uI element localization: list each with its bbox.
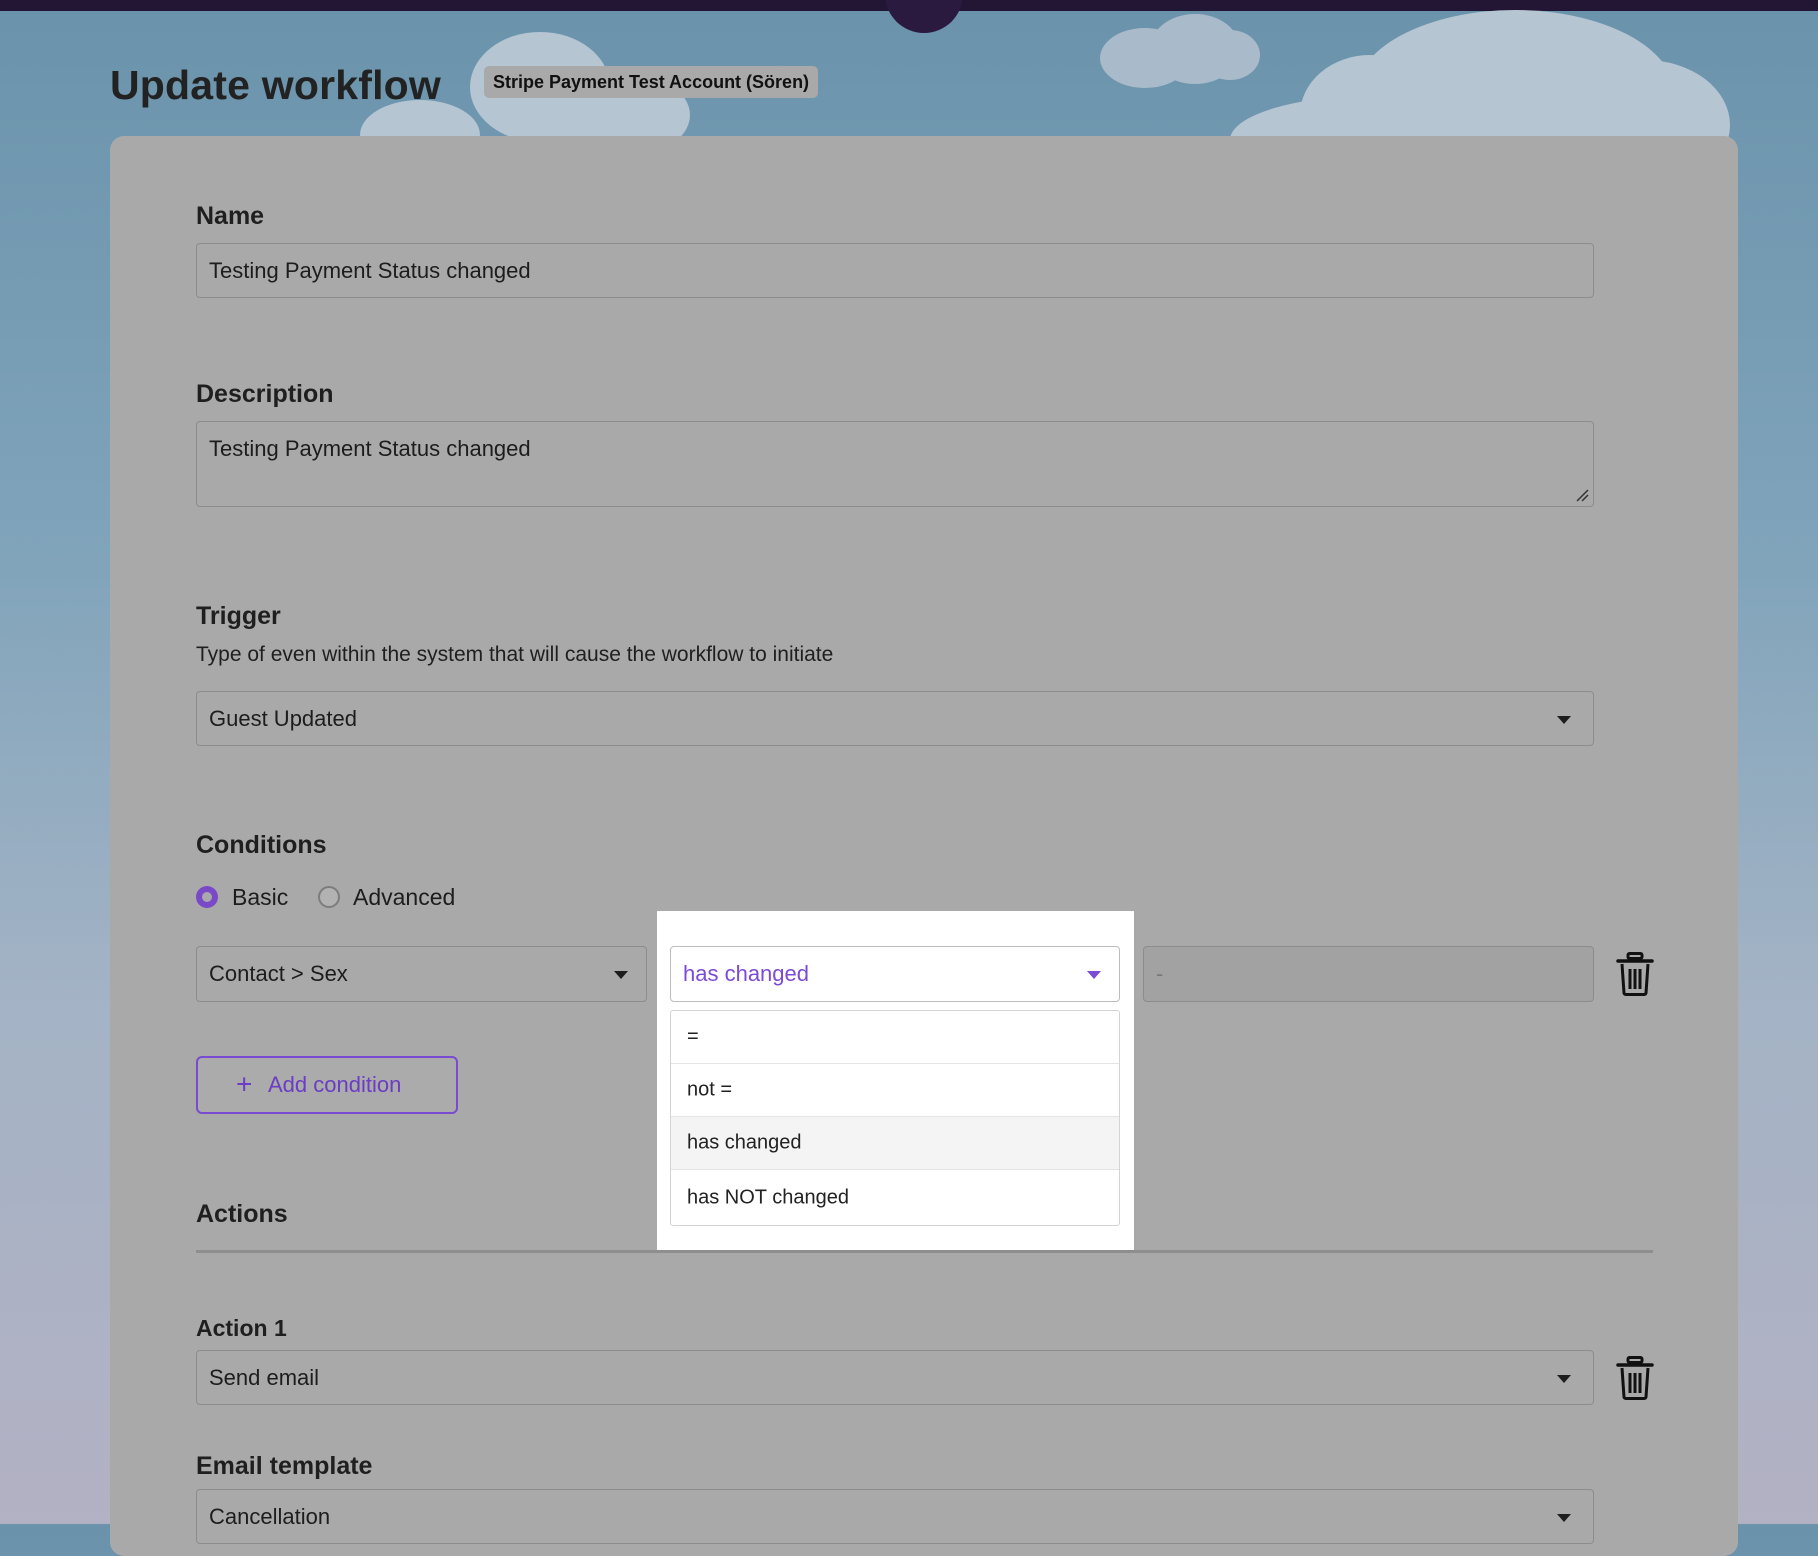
background-cloud [1200, 30, 1260, 80]
trigger-help-text: Type of even within the system that will… [196, 643, 834, 666]
caret-down-icon [1557, 716, 1571, 724]
operator-option-label: = [687, 1025, 699, 1048]
caret-down-icon [1087, 971, 1101, 979]
operator-option-label: not = [687, 1078, 733, 1101]
operator-select[interactable]: has changed [670, 946, 1120, 1002]
condition-value-placeholder: - [1156, 961, 1164, 986]
account-badge: Stripe Payment Test Account (Sören) [484, 66, 819, 98]
operator-option[interactable]: has changed [671, 1117, 1119, 1170]
actions-label: Actions [196, 1200, 288, 1228]
trigger-select[interactable]: Guest Updated [196, 691, 1594, 746]
name-input-value: Testing Payment Status changed [209, 257, 531, 283]
add-condition-label: Add condition [268, 1072, 402, 1097]
top-bar-avatar-tab[interactable] [885, 0, 963, 33]
description-textarea[interactable]: Testing Payment Status changed [196, 421, 1594, 507]
operator-options-list: = not = has changed has NOT changed [670, 1010, 1120, 1226]
actions-divider [196, 1250, 1653, 1253]
page-title: Update workflow [110, 62, 442, 108]
operator-option[interactable]: not = [671, 1064, 1119, 1117]
operator-select-value: has changed [683, 961, 809, 986]
operator-option-label: has NOT changed [687, 1186, 849, 1208]
condition-field-value: Contact > Sex [209, 961, 348, 986]
email-template-label: Email template [196, 1452, 373, 1480]
trash-icon[interactable] [1616, 952, 1654, 996]
name-input[interactable]: Testing Payment Status changed [196, 243, 1594, 298]
email-template-select-value: Cancellation [209, 1503, 331, 1529]
condition-field-select[interactable]: Contact > Sex [196, 946, 647, 1002]
name-label: Name [196, 202, 265, 230]
trigger-label: Trigger [196, 602, 281, 630]
caret-down-icon [1557, 1375, 1571, 1383]
resize-grip-icon[interactable] [1575, 488, 1589, 502]
basic-radio[interactable] [196, 886, 218, 908]
operator-option[interactable]: = [671, 1011, 1119, 1064]
advanced-radio[interactable] [318, 886, 340, 908]
action-1-select-value: Send email [209, 1364, 320, 1390]
description-label: Description [196, 380, 334, 408]
trigger-select-value: Guest Updated [209, 705, 357, 731]
advanced-radio-label[interactable]: Advanced [353, 884, 455, 911]
workflow-form-card [110, 136, 1738, 1556]
description-textarea-value: Testing Payment Status changed [209, 436, 531, 461]
operator-option[interactable]: has NOT changed [671, 1171, 1119, 1224]
caret-down-icon [1557, 1514, 1571, 1522]
trash-icon[interactable] [1616, 1356, 1654, 1400]
plus-icon: + [236, 1068, 253, 1100]
operator-option-label: has changed [687, 1131, 802, 1154]
conditions-label: Conditions [196, 831, 327, 859]
caret-down-icon [614, 971, 628, 979]
action-1-select[interactable]: Send email [196, 1350, 1594, 1405]
add-condition-button[interactable]: + Add condition [196, 1056, 458, 1114]
email-template-select[interactable]: Cancellation [196, 1489, 1594, 1544]
condition-value-input[interactable]: - [1143, 946, 1594, 1002]
basic-radio-label[interactable]: Basic [232, 884, 288, 911]
action-1-label: Action 1 [196, 1315, 287, 1341]
